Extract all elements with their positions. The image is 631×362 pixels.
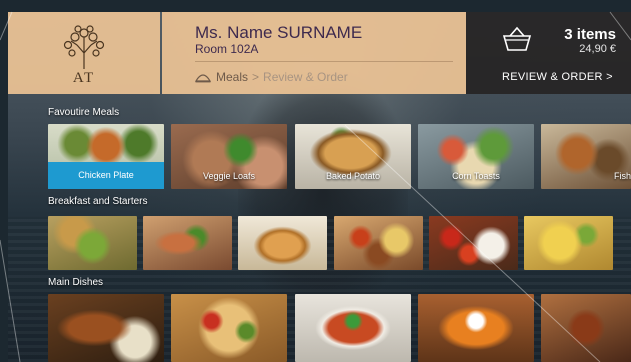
guest-room: Room 102A	[195, 42, 259, 56]
hotel-logo: AT	[8, 12, 160, 94]
meal-tile[interactable]	[295, 294, 411, 362]
cart-panel[interactable]: 3 items 24,90 € REVIEW & ORDER >	[466, 12, 631, 94]
breadcrumb-meals[interactable]: Meals	[216, 70, 248, 84]
meal-tile-chicken-plate[interactable]: Chicken Plate	[48, 124, 164, 189]
meal-tile[interactable]	[524, 216, 613, 270]
cloche-icon	[195, 73, 211, 82]
meal-tile[interactable]	[143, 216, 232, 270]
section-title-favourite-meals: Favoutire Meals	[48, 107, 120, 118]
guest-name: Ms. Name SURNAME	[195, 23, 363, 42]
section-title-main-dishes: Main Dishes	[48, 277, 104, 288]
logo-text: AT	[72, 70, 96, 86]
guest-panel: Ms. Name SURNAME Room 102A Meals > Revie…	[162, 12, 466, 94]
meal-tile[interactable]	[541, 294, 631, 362]
meal-tile[interactable]	[334, 216, 423, 270]
meal-tile-veggie-loafs[interactable]: Veggie Loafs	[171, 124, 287, 189]
meal-tile[interactable]	[48, 216, 137, 270]
meal-tile[interactable]	[171, 294, 287, 362]
breadcrumb: Meals > Review & Order	[195, 70, 348, 84]
basket-icon	[502, 26, 532, 51]
review-order-button[interactable]: REVIEW & ORDER >	[502, 71, 613, 83]
meal-tile[interactable]	[48, 294, 164, 362]
meal-label: Baked Potato	[325, 171, 381, 181]
meal-label: Corn Toasts	[452, 171, 500, 181]
section-title-breakfast-starters: Breakfast and Starters	[48, 196, 148, 207]
meal-tile-baked-potato[interactable]: Baked Potato	[295, 124, 411, 189]
meal-tile[interactable]	[238, 216, 327, 270]
meal-tile[interactable]	[429, 216, 518, 270]
meal-label: Fish Plat	[613, 171, 631, 181]
cart-total: 24,90 €	[579, 43, 616, 55]
breadcrumb-review-order[interactable]: Review & Order	[263, 70, 348, 84]
header-bar: AT Ms. Name SURNAME Room 102A Meals > Re…	[8, 12, 631, 94]
breadcrumb-separator: >	[252, 70, 260, 84]
meal-label: Chicken Plate	[78, 170, 134, 180]
kiosk-screen: AT Ms. Name SURNAME Room 102A Meals > Re…	[8, 12, 631, 362]
divider	[195, 61, 453, 62]
meal-label: Veggie Loafs	[202, 171, 256, 181]
tree-logo-icon	[63, 25, 105, 69]
meal-tile[interactable]	[418, 294, 534, 362]
cart-item-count: 3 items	[564, 26, 616, 43]
meal-tile-fish-plate[interactable]: Fish Plat	[541, 124, 631, 189]
meal-tile-corn-toasts[interactable]: Corn Toasts	[418, 124, 534, 189]
